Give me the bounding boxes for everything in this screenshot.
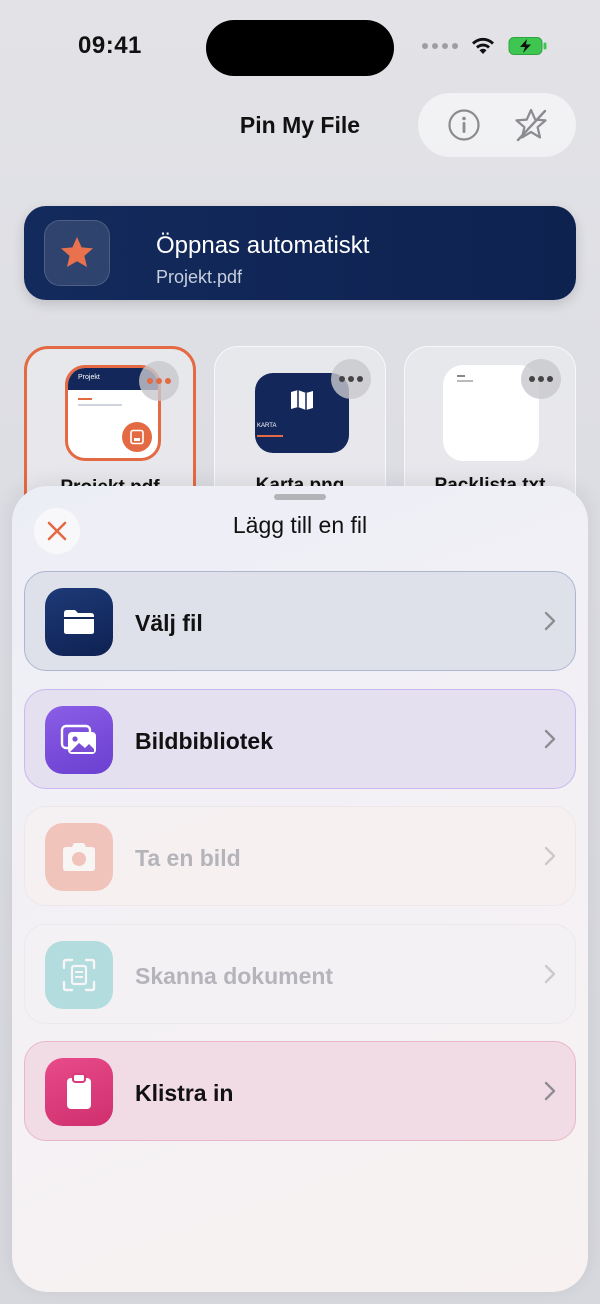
star-icon — [61, 237, 93, 267]
camera-icon — [63, 843, 95, 871]
photos-icon-tile — [45, 706, 113, 774]
option-label: Bildbibliotek — [135, 728, 273, 754]
banner-subtitle: Projekt.pdf — [156, 267, 243, 287]
more-button[interactable] — [521, 359, 561, 399]
star-slash-icon — [514, 108, 547, 142]
pdf-badge-icon — [122, 422, 152, 452]
option-photo-library[interactable]: Bildbibliotek — [24, 689, 576, 789]
option-label: Klistra in — [135, 1080, 234, 1106]
option-paste[interactable]: Klistra in — [24, 1041, 576, 1141]
signal-icon — [422, 43, 458, 49]
status-icons — [422, 36, 548, 56]
option-choose-file[interactable]: Välj fil — [24, 571, 576, 671]
sheet-grabber[interactable] — [274, 494, 326, 500]
option-label: Ta en bild — [135, 845, 241, 871]
folder-icon-tile — [45, 588, 113, 656]
camera-icon-tile — [45, 823, 113, 891]
thumb-title: Projekt — [78, 374, 100, 381]
chevron-right-icon — [544, 611, 556, 631]
thumb-title: KARTA — [257, 423, 277, 429]
banner-icon-box — [44, 220, 110, 286]
chevron-right-icon — [544, 1081, 556, 1101]
info-icon — [447, 109, 480, 141]
clipboard-icon — [67, 1073, 91, 1109]
option-label: Välj fil — [135, 610, 203, 636]
map-icon — [291, 390, 313, 410]
option-scan-document: Skanna dokument — [24, 924, 576, 1024]
scan-document-icon — [62, 958, 96, 992]
wifi-icon — [472, 37, 494, 54]
auto-open-banner[interactable]: Öppnas automatiskt Projekt.pdf — [24, 206, 576, 300]
unpin-button[interactable] — [507, 101, 555, 149]
sheet-title: Lägg till en fil — [232, 512, 368, 538]
status-bar: 09:41 — [0, 0, 600, 96]
dynamic-island — [206, 20, 394, 76]
battery-charging-icon — [508, 37, 547, 55]
more-button[interactable] — [139, 361, 179, 401]
status-time: 09:41 — [78, 32, 142, 59]
chevron-right-icon — [544, 729, 556, 749]
option-take-photo: Ta en bild — [24, 806, 576, 906]
chevron-right-icon — [544, 964, 556, 984]
option-label: Skanna dokument — [135, 963, 334, 989]
clipboard-icon-tile — [45, 1058, 113, 1126]
more-button[interactable] — [331, 359, 371, 399]
add-file-sheet: Lägg till en fil Välj fil Bildbibliotek — [12, 486, 588, 1292]
header-actions — [418, 93, 576, 157]
folder-icon — [64, 610, 94, 634]
scan-document-icon-tile — [45, 941, 113, 1009]
banner-title: Öppnas automatiskt — [156, 232, 370, 259]
info-button[interactable] — [440, 101, 488, 149]
chevron-right-icon — [544, 846, 556, 866]
photos-icon — [60, 724, 96, 754]
